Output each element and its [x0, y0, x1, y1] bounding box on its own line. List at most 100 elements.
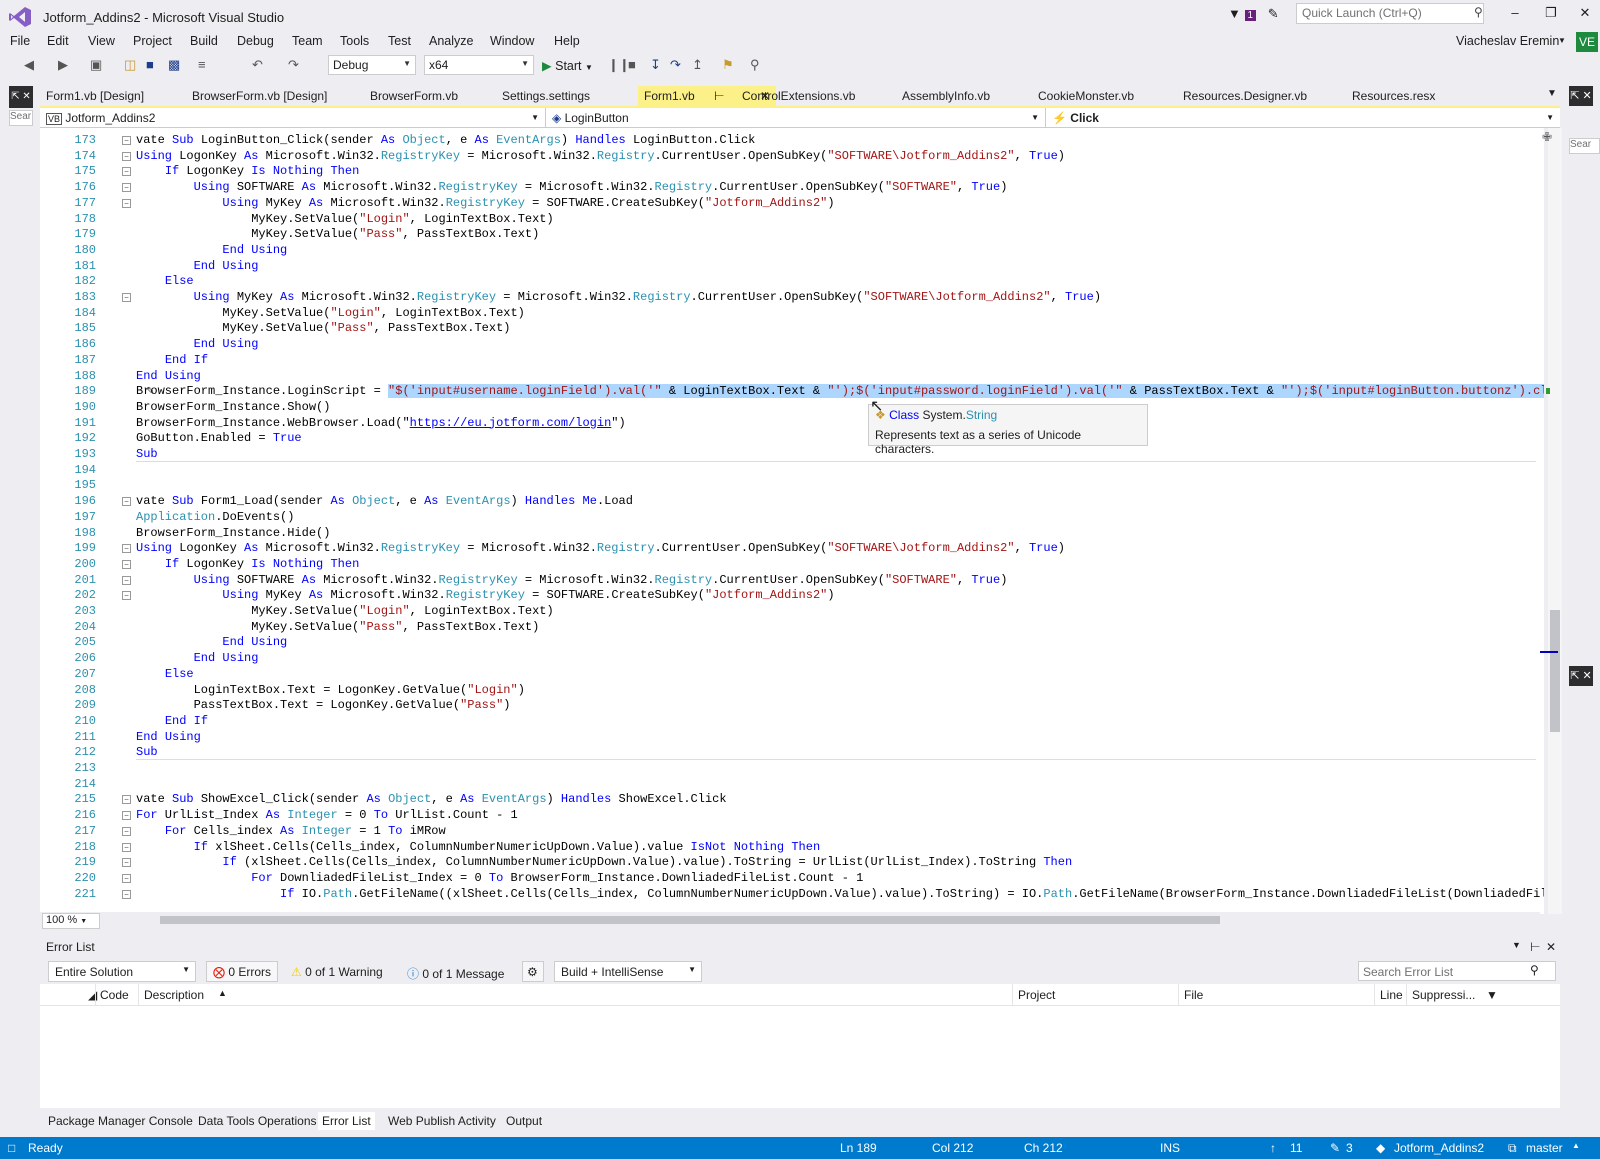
tab-assemblyinfo[interactable]: AssemblyInfo.vb — [896, 86, 996, 106]
collapse-icon[interactable]: − — [122, 151, 131, 161]
back-icon[interactable]: ◀ — [24, 57, 34, 73]
pencil-icon[interactable]: ✎ — [1330, 1141, 1340, 1155]
tab-browserform[interactable]: BrowserForm.vb — [364, 86, 464, 106]
code-line[interactable]: MyKey.SetValue("Pass", PassTextBox.Text) — [136, 619, 539, 635]
error-search-input[interactable]: Search Error List — [1358, 961, 1556, 981]
code-line[interactable]: Using MyKey As Microsoft.Win32.RegistryK… — [136, 587, 834, 603]
menu-analyze[interactable]: Analyze — [429, 34, 473, 48]
column-project[interactable]: Project — [1018, 988, 1055, 1002]
horizontal-scroll-thumb[interactable] — [160, 916, 1220, 924]
feedback-icon[interactable]: ✎ — [1268, 6, 1279, 21]
code-line[interactable]: For Cells_index As Integer = 1 To iMRow — [136, 823, 446, 839]
code-line[interactable]: BrowserForm_Instance.WebBrowser.Load("ht… — [136, 415, 626, 431]
messages-filter-button[interactable]: ⓘ 0 of 1 Message — [400, 961, 511, 982]
tab-resources-resx[interactable]: Resources.resx — [1346, 86, 1441, 106]
code-line[interactable]: End Using — [136, 242, 287, 258]
code-line[interactable]: Using MyKey As Microsoft.Win32.RegistryK… — [136, 195, 834, 211]
new-project-icon[interactable]: ▣ — [90, 57, 102, 73]
tab-error-list[interactable]: Error List — [318, 1112, 375, 1130]
collapse-icon[interactable]: − — [122, 497, 131, 507]
pin-icon[interactable]: ⊢ — [1530, 940, 1540, 954]
stop-icon[interactable]: ■ — [628, 57, 636, 72]
code-line[interactable]: GoButton.Enabled = True — [136, 430, 302, 446]
solution-config-select[interactable]: Debug ▼ — [328, 55, 416, 75]
code-line[interactable]: End Using — [136, 729, 201, 745]
tab-settings[interactable]: Settings.settings — [496, 86, 596, 106]
collapse-icon[interactable]: − — [122, 795, 131, 805]
code-line[interactable]: vate Sub Form1_Load(sender As Object, e … — [136, 493, 633, 509]
code-line[interactable]: Else — [136, 273, 194, 289]
tab-package-manager-console[interactable]: Package Manager Console — [44, 1112, 197, 1130]
menu-build[interactable]: Build — [190, 34, 218, 48]
pin-icon[interactable]: ⊢ — [714, 86, 724, 106]
menu-debug[interactable]: Debug — [237, 34, 274, 48]
find-icon[interactable]: ⚲ — [750, 57, 760, 73]
panel-menu-icon[interactable]: ▼ — [1512, 940, 1521, 950]
code-line[interactable]: MyKey.SetValue("Pass", PassTextBox.Text) — [136, 320, 510, 336]
toolbox-search-input[interactable]: Sear — [9, 110, 33, 126]
redo-icon[interactable]: ↷ — [288, 57, 299, 73]
tab-overflow-icon[interactable]: ▼ — [1547, 88, 1557, 99]
menu-project[interactable]: Project — [133, 34, 172, 48]
code-line[interactable]: Using MyKey As Microsoft.Win32.RegistryK… — [136, 289, 1101, 305]
collapse-icon[interactable]: − — [122, 858, 131, 868]
menu-window[interactable]: Window — [490, 34, 534, 48]
collapse-icon[interactable]: − — [122, 591, 131, 601]
tab-browserform-design[interactable]: BrowserForm.vb [Design] — [186, 86, 333, 106]
code-line[interactable]: vate Sub LoginButton_Click(sender As Obj… — [136, 132, 755, 148]
step-over-icon[interactable]: ↷ — [670, 57, 681, 73]
collapse-icon[interactable]: − — [122, 811, 131, 821]
close-window-button[interactable]: ✕ — [1570, 5, 1600, 21]
code-line[interactable]: If LogonKey Is Nothing Then — [136, 556, 359, 572]
branch-name[interactable]: master — [1526, 1141, 1563, 1155]
build-filter-select[interactable]: Build + IntelliSense ▼ — [554, 961, 702, 982]
code-line[interactable]: MyKey.SetValue("Login", LoginTextBox.Tex… — [136, 211, 553, 227]
publish-up-icon[interactable]: ↑ — [1270, 1141, 1276, 1155]
avatar[interactable]: VE — [1576, 32, 1598, 52]
split-icon[interactable]: ✙ — [1542, 130, 1552, 144]
tab-output[interactable]: Output — [502, 1112, 546, 1130]
code-line[interactable]: BrowserForm_Instance.Hide() — [136, 525, 330, 541]
step-out-icon[interactable]: ↥ — [692, 57, 703, 73]
code-line[interactable]: Else — [136, 666, 194, 682]
code-line[interactable]: LoginTextBox.Text = LogonKey.GetValue("L… — [136, 682, 525, 698]
collapse-icon[interactable]: − — [122, 842, 131, 852]
tab-form1-design[interactable]: Form1.vb [Design] — [40, 86, 150, 106]
collapse-icon[interactable]: − — [122, 873, 131, 883]
repository-name[interactable]: Jotform_Addins2 — [1394, 1141, 1484, 1155]
search-icon[interactable]: ⚲ — [1474, 5, 1483, 19]
menu-edit[interactable]: Edit — [47, 34, 69, 48]
collapse-icon[interactable]: − — [122, 167, 131, 177]
repository-icon[interactable]: ◆ — [1376, 1141, 1385, 1155]
filter-icon[interactable]: ▼ — [1486, 988, 1498, 1002]
collapse-icon[interactable]: − — [122, 889, 131, 899]
chevron-up-icon[interactable]: ▲ — [1572, 1141, 1580, 1150]
code-line[interactable]: End If — [136, 713, 208, 729]
column-suppression[interactable]: Suppressi... — [1412, 988, 1475, 1002]
forward-icon[interactable]: ▶ — [58, 57, 68, 73]
menu-help[interactable]: Help — [554, 34, 580, 48]
code-line[interactable]: Sub — [136, 446, 158, 462]
minimize-button[interactable]: – — [1500, 5, 1530, 20]
code-editor[interactable]: 173− vate Sub LoginButton_Click(sender As… — [40, 128, 1544, 914]
menu-team[interactable]: Team — [292, 34, 323, 48]
toolbox-header[interactable]: ⇱ ✕ — [9, 86, 33, 108]
search-icon[interactable]: ⚲ — [1530, 963, 1539, 977]
code-line[interactable]: End If — [136, 352, 208, 368]
format-icon[interactable]: ≡ — [198, 57, 206, 72]
code-line[interactable]: MyKey.SetValue("Login", LoginTextBox.Tex… — [136, 305, 524, 321]
code-line[interactable]: BrowserForm_Instance.LoginScript = "$('i… — [136, 383, 1544, 399]
code-line[interactable]: Using SOFTWARE As Microsoft.Win32.Regist… — [136, 572, 1008, 588]
menu-tools[interactable]: Tools — [340, 34, 369, 48]
step-into-icon[interactable]: ↧ — [650, 57, 661, 73]
undo-icon[interactable]: ↶ — [252, 57, 263, 73]
close-panel-icon[interactable]: ✕ — [1546, 940, 1556, 954]
code-line[interactable]: Using SOFTWARE As Microsoft.Win32.Regist… — [136, 179, 1008, 195]
scope-select[interactable]: Entire Solution ▼ — [48, 961, 196, 982]
vertical-scrollbar[interactable] — [1548, 128, 1562, 914]
platform-select[interactable]: x64 ▼ — [424, 55, 534, 75]
zoom-select[interactable]: 100 % ▼ — [42, 913, 100, 929]
user-name[interactable]: Viacheslav Eremin — [1456, 34, 1559, 48]
collapse-icon[interactable]: − — [122, 293, 131, 302]
column-line[interactable]: Line — [1380, 988, 1403, 1002]
